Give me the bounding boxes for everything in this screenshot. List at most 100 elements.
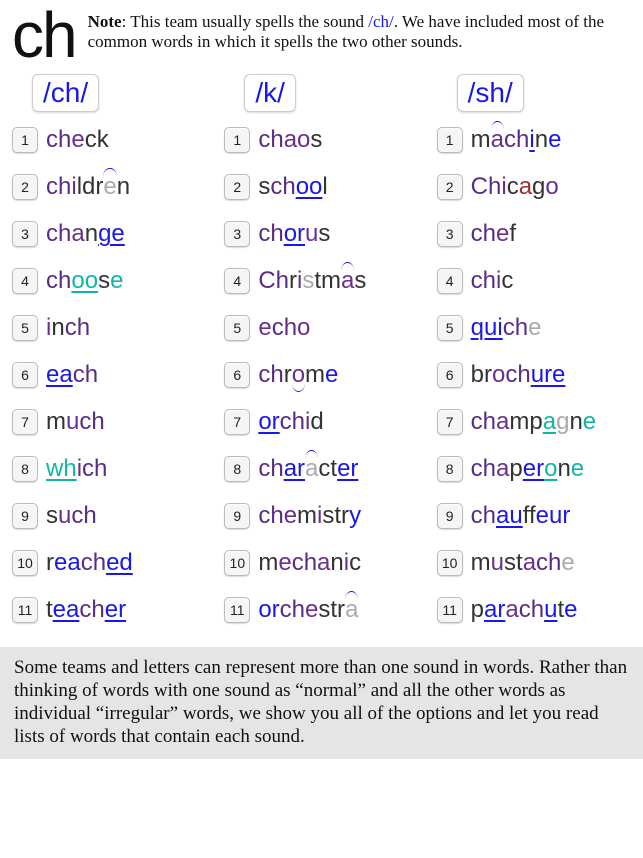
word-row: 6each: [12, 357, 206, 393]
row-number-badge[interactable]: 9: [12, 503, 38, 529]
digraph-title: ch: [12, 8, 76, 62]
note-sound: /ch/: [368, 12, 394, 31]
word-segment: t: [46, 596, 53, 623]
word-segment: n: [535, 126, 548, 153]
word: champagne: [471, 410, 597, 434]
word-segment: ch: [71, 502, 96, 529]
row-number-badge[interactable]: 4: [12, 268, 38, 294]
word-segment: ff: [523, 502, 536, 529]
row-number-badge[interactable]: 3: [224, 221, 250, 247]
word-segment: ch: [505, 361, 530, 388]
row-number-badge[interactable]: 1: [12, 127, 38, 153]
word-segment: o: [544, 455, 557, 482]
footer-explanation: Some teams and letters can represent mor…: [0, 647, 643, 758]
word-row: 3chef: [437, 216, 631, 252]
row-number-badge[interactable]: 6: [12, 362, 38, 388]
word-segment: e: [528, 314, 541, 341]
word-segment: ch: [504, 126, 529, 153]
word-segment: ar: [484, 596, 505, 623]
word-row: 11 orchestra: [224, 592, 418, 628]
word-segment: ch: [536, 549, 561, 576]
row-number-badge[interactable]: 5: [12, 315, 38, 341]
word-segment: n: [51, 314, 64, 341]
word-segment: m: [297, 502, 317, 529]
row-number-badge[interactable]: 3: [437, 221, 463, 247]
row-number-badge[interactable]: 1: [224, 127, 250, 153]
row-number-badge[interactable]: 1: [437, 127, 463, 153]
row-number-badge[interactable]: 2: [224, 174, 250, 200]
row-number-badge[interactable]: 10: [224, 550, 250, 576]
row-number-badge[interactable]: 3: [12, 221, 38, 247]
word-segment: c: [501, 267, 513, 294]
row-number-badge[interactable]: 6: [437, 362, 463, 388]
column-header[interactable]: /sh/: [457, 74, 524, 112]
word-row: 7 champagne: [437, 404, 631, 440]
word-segment: oo: [71, 267, 98, 294]
row-number-badge[interactable]: 7: [12, 409, 38, 435]
word: orchid: [258, 410, 323, 434]
word-segment: d: [310, 408, 323, 435]
row-number-badge[interactable]: 4: [437, 268, 463, 294]
column-header[interactable]: /ch/: [32, 74, 99, 112]
row-number-badge[interactable]: 2: [12, 174, 38, 200]
word-segment: ar: [284, 455, 305, 482]
word-row: 5quiche: [437, 310, 631, 346]
word-segment: a: [505, 596, 518, 623]
word: check: [46, 128, 109, 152]
row-number-badge[interactable]: 4: [224, 268, 250, 294]
row-number-badge[interactable]: 11: [224, 597, 250, 623]
row-number-badge[interactable]: 5: [224, 315, 250, 341]
word-segment: u: [58, 502, 71, 529]
word-row: 9chemistry: [224, 498, 418, 534]
word: reached: [46, 551, 133, 575]
row-number-badge[interactable]: 6: [224, 362, 250, 388]
row-number-badge[interactable]: 9: [437, 503, 463, 529]
row-number-badge[interactable]: 11: [12, 597, 38, 623]
column-header[interactable]: /k/: [244, 74, 296, 112]
word-segment: ch: [73, 361, 98, 388]
row-number-badge[interactable]: 7: [224, 409, 250, 435]
word: brochure: [471, 363, 566, 387]
word-segment: m: [305, 361, 325, 388]
word-segment: ch: [258, 220, 283, 247]
row-number-badge[interactable]: 5: [437, 315, 463, 341]
row-number-badge[interactable]: 8: [437, 456, 463, 482]
word-segment: e: [278, 549, 291, 576]
row-number-badge[interactable]: 2: [437, 174, 463, 200]
header: ch Note: This team usually spells the so…: [12, 8, 631, 62]
word-segment: e: [583, 408, 596, 435]
word-segment: n: [117, 173, 130, 200]
row-number-badge[interactable]: 8: [224, 456, 250, 482]
word-segment: er: [337, 455, 358, 482]
word-segment: m: [46, 408, 66, 435]
word-row: 10mechanic: [224, 545, 418, 581]
word-segment: e: [561, 549, 574, 576]
row-number-badge[interactable]: 11: [437, 597, 463, 623]
row-number-badge[interactable]: 9: [224, 503, 250, 529]
row-number-badge[interactable]: 10: [437, 550, 463, 576]
word-segment: e: [548, 126, 561, 153]
word-segment: ch: [280, 408, 305, 435]
word-row: 6chrome: [224, 357, 418, 393]
word-segment: ed: [106, 549, 133, 576]
word-segment: a: [496, 455, 509, 482]
word-segment: a: [317, 549, 330, 576]
word-row: 2Chicago: [437, 169, 631, 205]
word-row: 9such: [12, 498, 206, 534]
word-row: 7 orchid: [224, 404, 418, 440]
row-number-badge[interactable]: 7: [437, 409, 463, 435]
word: chic: [471, 269, 514, 293]
word-segment: tm: [314, 267, 341, 294]
row-number-badge[interactable]: 8: [12, 456, 38, 482]
page-root: ch Note: This team usually spells the so…: [0, 0, 643, 759]
word-segment: ch: [258, 361, 283, 388]
word-segment: ch: [471, 455, 496, 482]
word-row: 8which: [12, 451, 206, 487]
word: choose: [46, 269, 123, 293]
word-segment: or: [258, 596, 279, 623]
word: character: [258, 457, 358, 481]
row-number-badge[interactable]: 10: [12, 550, 38, 576]
word: orchestra: [258, 598, 358, 622]
word: change: [46, 222, 125, 246]
word-segment: qu: [471, 314, 498, 341]
